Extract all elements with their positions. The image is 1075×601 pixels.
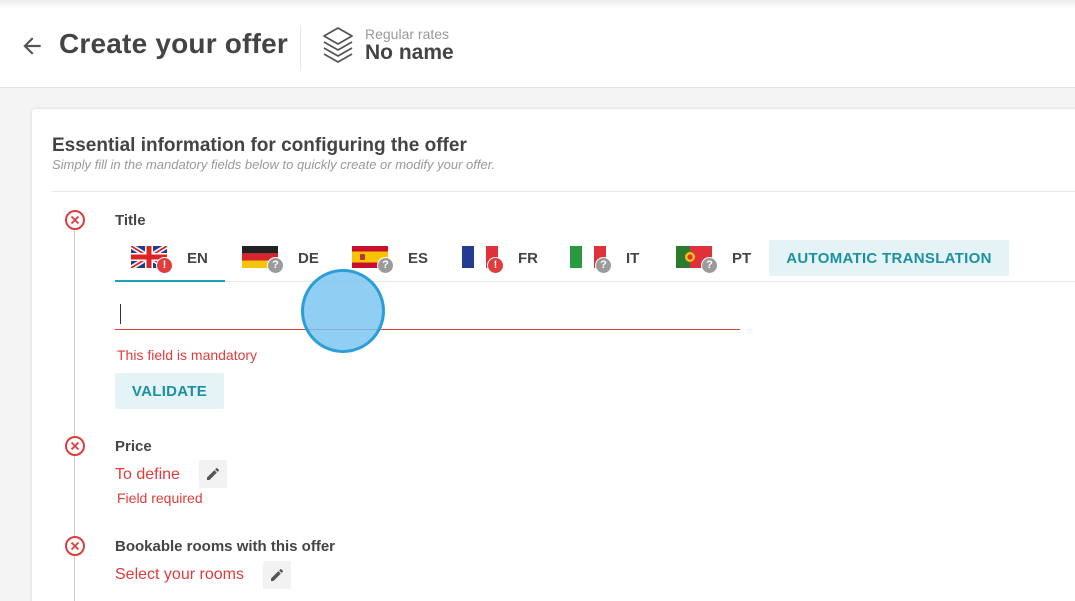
tab-lang-de[interactable]: ? DE bbox=[226, 238, 336, 282]
card-separator bbox=[52, 191, 1075, 192]
validate-button[interactable]: VALIDATE bbox=[115, 373, 224, 409]
tab-lang-code: PT bbox=[732, 250, 752, 267]
tab-lang-code: EN bbox=[187, 250, 208, 267]
unknown-badge-icon: ? bbox=[267, 257, 284, 274]
title-error-text: This field is mandatory bbox=[117, 347, 258, 363]
tab-lang-code: DE bbox=[298, 250, 319, 267]
error-badge-icon: ! bbox=[156, 257, 173, 274]
edit-rooms-button[interactable] bbox=[263, 561, 291, 589]
card-subtitle: Simply fill in the mandatory fields belo… bbox=[52, 157, 496, 172]
pencil-icon bbox=[207, 467, 219, 480]
tab-lang-it[interactable]: ? IT bbox=[554, 238, 664, 282]
error-badge-icon: ! bbox=[487, 257, 504, 274]
edit-price-button[interactable] bbox=[199, 460, 227, 488]
price-error-text: Field required bbox=[117, 490, 203, 506]
unknown-badge-icon: ? bbox=[377, 257, 394, 274]
tab-lang-code: FR bbox=[518, 250, 538, 267]
tab-lang-code: ES bbox=[408, 250, 429, 267]
automatic-translation-button[interactable]: AUTOMATIC TRANSLATION bbox=[769, 240, 1009, 276]
price-define-link[interactable]: To define bbox=[115, 466, 180, 484]
unknown-badge-icon: ? bbox=[701, 257, 718, 274]
pencil-icon bbox=[271, 568, 283, 581]
step-error-icon bbox=[65, 536, 85, 556]
card-title: Essential information for configuring th… bbox=[52, 135, 467, 156]
tab-lang-en[interactable]: ! EN bbox=[115, 238, 225, 282]
layers-icon bbox=[323, 27, 353, 63]
step-error-icon bbox=[65, 436, 85, 456]
page-title: Create your offer bbox=[59, 28, 289, 59]
rate-name: No name bbox=[365, 41, 454, 64]
header-divider bbox=[300, 26, 301, 70]
rate-caption: Regular rates bbox=[365, 26, 450, 42]
tab-lang-fr[interactable]: ! FR bbox=[446, 238, 556, 282]
step-error-icon bbox=[65, 210, 85, 230]
step-title-label: Title bbox=[115, 212, 146, 229]
back-arrow-icon[interactable] bbox=[19, 33, 45, 59]
step-rooms-label: Bookable rooms with this offer bbox=[115, 538, 336, 555]
tab-lang-pt[interactable]: ? PT bbox=[660, 238, 770, 282]
tab-lang-es[interactable]: ? ES bbox=[336, 238, 446, 282]
tab-lang-code: IT bbox=[626, 250, 640, 267]
text-caret bbox=[120, 304, 121, 324]
title-input[interactable] bbox=[115, 300, 740, 330]
unknown-badge-icon: ? bbox=[595, 257, 612, 274]
step-price-label: Price bbox=[115, 438, 152, 455]
select-rooms-link[interactable]: Select your rooms bbox=[115, 566, 244, 584]
header-bar: Create your offer Regular rates No name bbox=[0, 0, 1075, 88]
